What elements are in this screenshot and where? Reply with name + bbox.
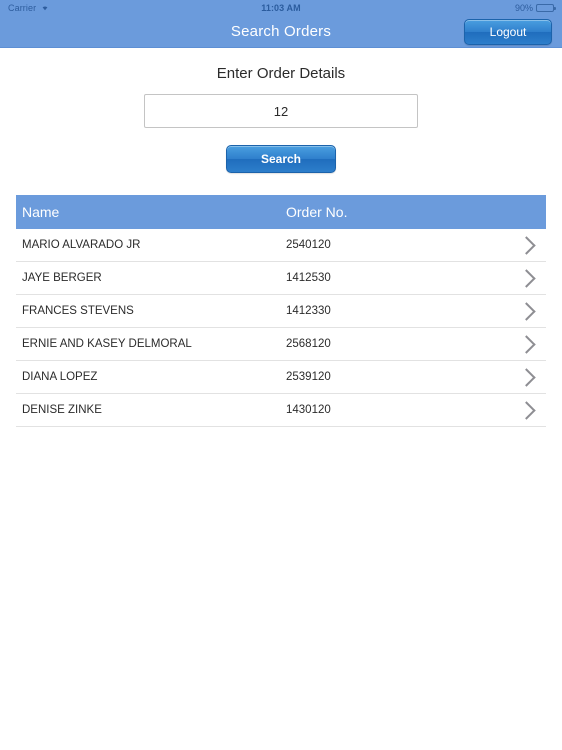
- chevron-right-icon: [516, 268, 536, 288]
- cell-name: DENISE ZINKE: [22, 404, 102, 416]
- cell-name: DIANA LOPEZ: [22, 371, 98, 383]
- disclosure-indicator[interactable]: [506, 334, 546, 354]
- search-button[interactable]: Search: [226, 145, 336, 173]
- chevron-right-icon: [516, 367, 536, 387]
- table-header-row: Name Order No.: [16, 195, 546, 229]
- cell-name: FRANCES STEVENS: [22, 305, 134, 317]
- disclosure-indicator[interactable]: [506, 301, 546, 321]
- search-field-container: [0, 94, 562, 128]
- table-row[interactable]: DENISE ZINKE 1430120: [16, 394, 546, 427]
- navigation-bar: Search Orders Logout: [0, 16, 562, 48]
- chevron-right-icon: [516, 334, 536, 354]
- battery-icon: [536, 4, 556, 12]
- disclosure-indicator[interactable]: [506, 268, 546, 288]
- battery-percent-label: 90%: [514, 3, 533, 13]
- page-title: Search Orders: [230, 23, 332, 40]
- cell-name: ERNIE AND KASEY DELMORAL: [22, 338, 192, 350]
- disclosure-indicator[interactable]: [506, 400, 546, 420]
- table-body: MARIO ALVARADO JR 2540120 JAYE BERGER 14125…: [16, 229, 546, 427]
- main-content: Enter Order Details Search Name Order No…: [0, 65, 562, 427]
- cell-order-no: 2568120: [286, 338, 331, 350]
- chevron-right-icon: [516, 235, 536, 255]
- table-row[interactable]: JAYE BERGER 1412530: [16, 262, 546, 295]
- cell-order-no: 1412530: [286, 272, 331, 284]
- column-header-name: Name: [22, 204, 60, 220]
- cell-order-no: 1430120: [286, 404, 331, 416]
- cell-order-no: 2540120: [286, 239, 331, 251]
- chevron-right-icon: [516, 301, 536, 321]
- status-bar: Carrier 11:03 AM 90%: [0, 0, 562, 16]
- form-heading: Enter Order Details: [216, 65, 346, 82]
- status-bar-right: 90%: [514, 3, 556, 13]
- chevron-right-icon: [516, 400, 536, 420]
- column-header-order-no: Order No.: [286, 204, 348, 220]
- search-button-container: Search: [0, 145, 562, 173]
- cell-order-no: 1412330: [286, 305, 331, 317]
- logout-button[interactable]: Logout: [464, 19, 552, 45]
- disclosure-indicator[interactable]: [506, 235, 546, 255]
- table-row[interactable]: FRANCES STEVENS 1412330: [16, 295, 546, 328]
- disclosure-indicator[interactable]: [506, 367, 546, 387]
- status-bar-clock: 11:03 AM: [261, 3, 301, 13]
- table-row[interactable]: DIANA LOPEZ 2539120: [16, 361, 546, 394]
- cell-name: MARIO ALVARADO JR: [22, 239, 141, 251]
- table-row[interactable]: MARIO ALVARADO JR 2540120: [16, 229, 546, 262]
- cell-order-no: 2539120: [286, 371, 331, 383]
- table-row[interactable]: ERNIE AND KASEY DELMORAL 2568120: [16, 328, 546, 361]
- cell-name: JAYE BERGER: [22, 272, 102, 284]
- order-details-input[interactable]: [144, 94, 418, 128]
- results-table: Name Order No. MARIO ALVARADO JR 2540120 J…: [16, 195, 546, 427]
